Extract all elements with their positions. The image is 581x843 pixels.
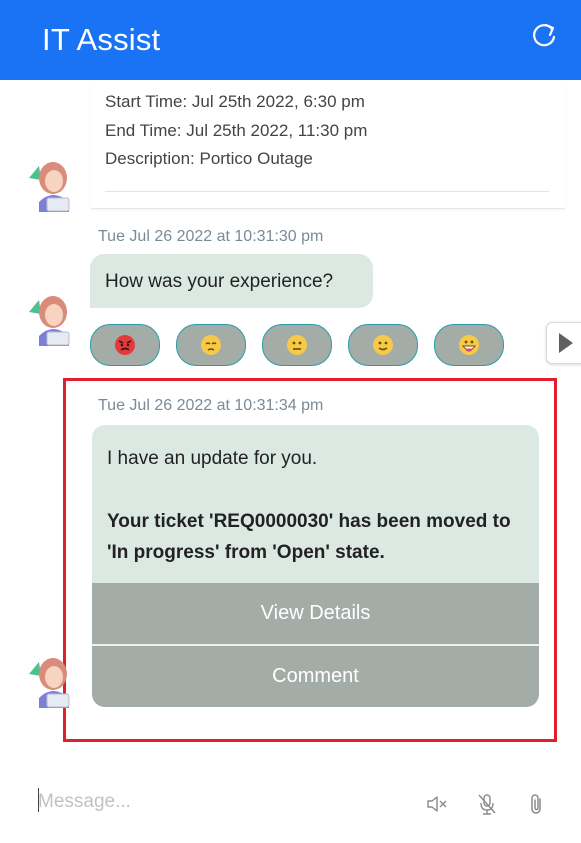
end-time: End Time: Jul 25th 2022, 11:30 pm [105, 121, 368, 140]
text-caret [38, 788, 39, 812]
slightly-smiling-face-icon [373, 335, 393, 355]
start-time: Start Time: Jul 25th 2022, 6:30 pm [105, 92, 365, 111]
rating-angry-button[interactable] [90, 324, 160, 366]
microphone-off-icon[interactable] [475, 792, 499, 816]
bot-avatar [29, 162, 70, 212]
update-body: Your ticket 'REQ0000030' has been moved … [107, 511, 511, 563]
rating-smile-button[interactable] [348, 324, 418, 366]
angry-face-icon [115, 335, 135, 355]
event-details-card: Start Time: Jul 25th 2022, 6:30 pm End T… [91, 82, 565, 209]
view-details-button[interactable]: View Details [92, 583, 539, 644]
rating-sad-button[interactable] [176, 324, 246, 366]
message-timestamp: Tue Jul 26 2022 at 10:31:30 pm [98, 228, 324, 245]
comment-button[interactable]: Comment [92, 646, 539, 707]
update-intro: I have an update for you. [107, 448, 318, 469]
neutral-face-icon [287, 335, 307, 355]
next-options-button[interactable] [546, 322, 581, 364]
rating-grin-button[interactable] [434, 324, 504, 366]
bot-avatar [29, 296, 70, 346]
refresh-icon[interactable] [528, 20, 560, 52]
sad-face-icon [201, 335, 221, 355]
app-title: IT Assist [42, 22, 161, 57]
grinning-face-icon [459, 335, 479, 355]
feedback-question: How was your experience? [105, 271, 334, 292]
message-timestamp: Tue Jul 26 2022 at 10:31:34 pm [98, 397, 324, 414]
attachment-icon[interactable] [524, 792, 548, 816]
chevron-right-icon [559, 333, 573, 353]
message-input[interactable] [38, 786, 398, 818]
bot-avatar [29, 658, 70, 708]
ticket-update-card: I have an update for you. Your ticket 'R… [92, 425, 539, 707]
feedback-question-bubble: How was your experience? [90, 254, 373, 308]
rating-neutral-button[interactable] [262, 324, 332, 366]
app-header: IT Assist [0, 0, 581, 80]
event-description: Description: Portico Outage [105, 149, 313, 168]
divider [105, 191, 549, 192]
mute-icon[interactable] [425, 792, 449, 816]
